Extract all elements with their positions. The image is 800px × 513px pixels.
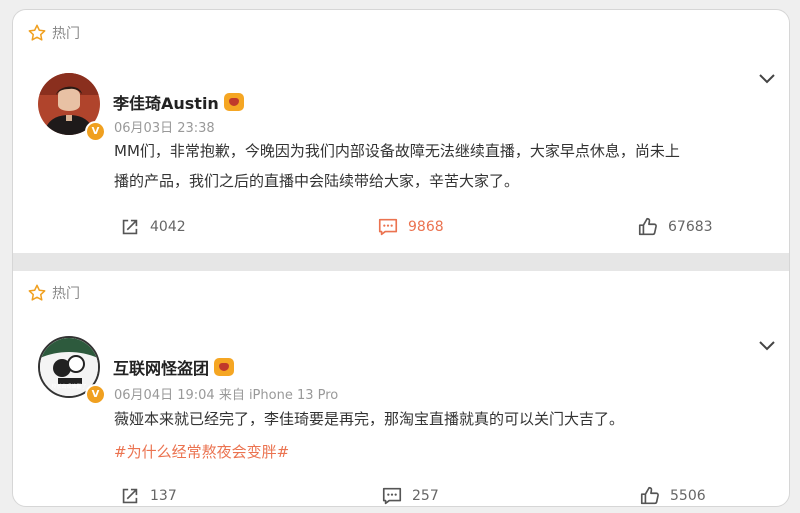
verified-badge: V [85,121,106,142]
author-line: 互联网怪盗团 [113,355,235,379]
author-line: 李佳琦Austin [113,90,244,114]
verified-badge: V [85,384,106,405]
comment-button[interactable]: 257 [381,485,439,506]
post-text: 薇娅本来就已经完了，李佳琦要是再完，那淘宝直播就真的可以关门大吉了。 [114,404,774,434]
thumbs-up-icon [638,217,657,236]
vip-icon [214,358,235,376]
vip-icon [223,93,244,111]
comment-icon [378,218,398,236]
author-name[interactable]: 互联网怪盗团 [113,355,209,379]
repost-button[interactable]: 137 [119,485,177,506]
like-count: 67683 [668,219,713,235]
post-card: 热门 V 李佳琦Austin 06月03日 23:38 MM们，非常抱歉，今晚因… [13,10,789,253]
chevron-down-icon[interactable] [757,72,777,86]
feed-frame: 热门 V 李佳琦Austin 06月03日 23:38 MM们，非常抱歉，今晚因… [12,9,790,507]
comment-count: 257 [412,488,439,504]
hot-label: 热门 [27,23,80,43]
repost-count: 4042 [150,219,186,235]
hot-text: 热门 [52,26,80,42]
author-name[interactable]: 李佳琦Austin [113,90,219,114]
star-icon [28,284,46,301]
post-text-line: MM们，非常抱歉，今晚因为我们内部设备故障无法继续直播，大家早点休息，尚未上 [114,142,680,160]
avatar-caption: 校长出现谁翻了 [51,383,86,390]
star-icon [28,24,46,41]
like-count: 5506 [670,488,706,504]
repost-count: 137 [150,488,177,504]
share-icon [122,488,138,504]
post-text-line: 播的产品，我们之后的直播中会陆续带给大家，辛苦大家了。 [114,172,520,190]
like-button[interactable]: 67683 [637,216,713,238]
share-icon [122,219,138,235]
post-card: 热门 校长出现谁翻了 V 互联网怪盗团 06月04日 19:04 来自 iPho… [13,271,789,506]
hashtag-link[interactable]: #为什么经常熬夜会变胖# [114,441,289,462]
hot-label: 热门 [27,283,80,303]
post-meta: 06月03日 23:38 [114,121,215,136]
chevron-down-icon[interactable] [757,339,777,353]
like-button[interactable]: 5506 [639,485,706,506]
comment-count: 9868 [408,219,444,235]
comment-icon [382,487,402,505]
repost-button[interactable]: 4042 [119,216,186,238]
post-text-line: 薇娅本来就已经完了，李佳琦要是再完，那淘宝直播就真的可以关门大吉了。 [114,410,625,428]
hot-text: 热门 [52,286,80,302]
post-text: MM们，非常抱歉，今晚因为我们内部设备故障无法继续直播，大家早点休息，尚未上 播… [114,136,774,196]
post-meta: 06月04日 19:04 来自 iPhone 13 Pro [114,388,339,403]
thumbs-up-icon [640,486,659,505]
comment-button[interactable]: 9868 [377,216,444,238]
